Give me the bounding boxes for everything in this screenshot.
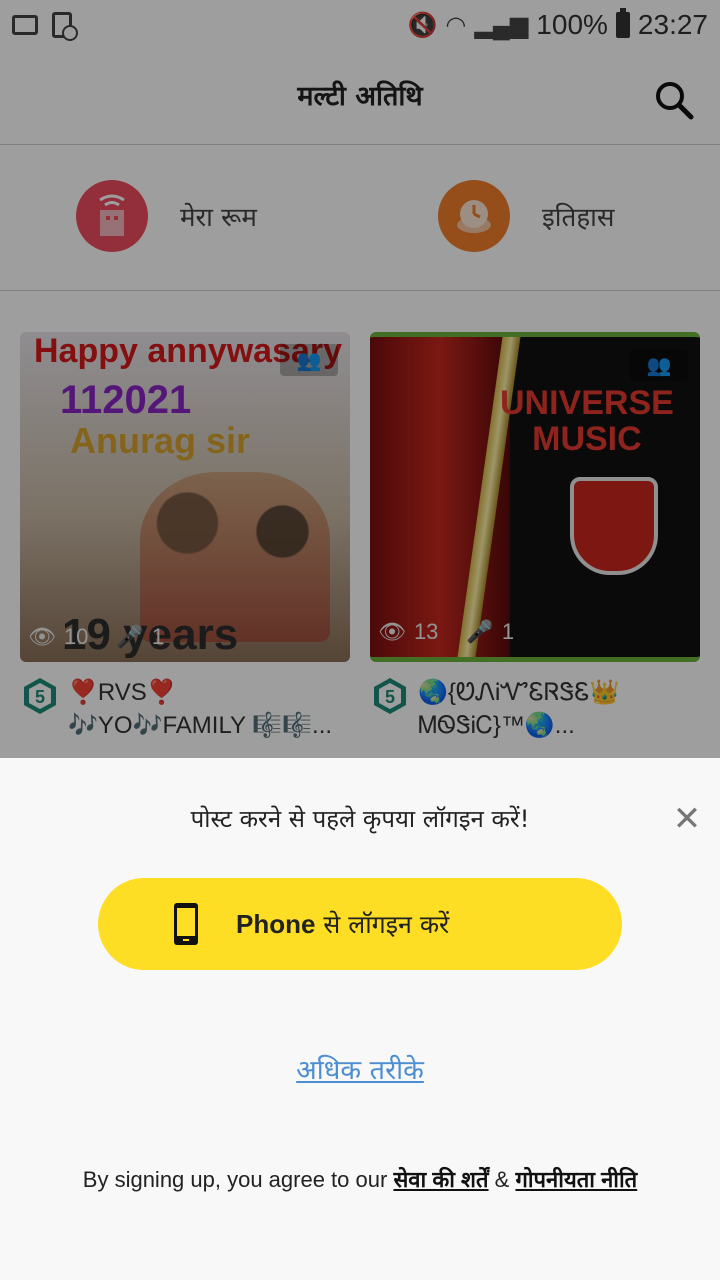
privacy-policy-link[interactable]: गोपनीयता नीति [515,1167,637,1192]
modal-backdrop[interactable] [0,0,720,758]
phone-login-label: Phone से लॉगइन करें [236,909,450,939]
login-sheet: पोस्ट करने से पहले कृपया लॉगइन करें! ✕ P… [0,758,720,1280]
login-prompt: पोस्ट करने से पहले कृपया लॉगइन करें! [190,805,530,833]
terms-text: By signing up, you agree to our सेवा की … [82,1167,638,1192]
smartphone-icon [174,903,198,945]
close-icon[interactable]: ✕ [670,802,704,836]
phone-login-button[interactable]: Phone से लॉगइन करें [98,878,622,970]
terms-of-service-link[interactable]: सेवा की शर्तें [393,1167,488,1192]
more-ways-link[interactable]: अधिक तरीके [0,1050,720,1087]
